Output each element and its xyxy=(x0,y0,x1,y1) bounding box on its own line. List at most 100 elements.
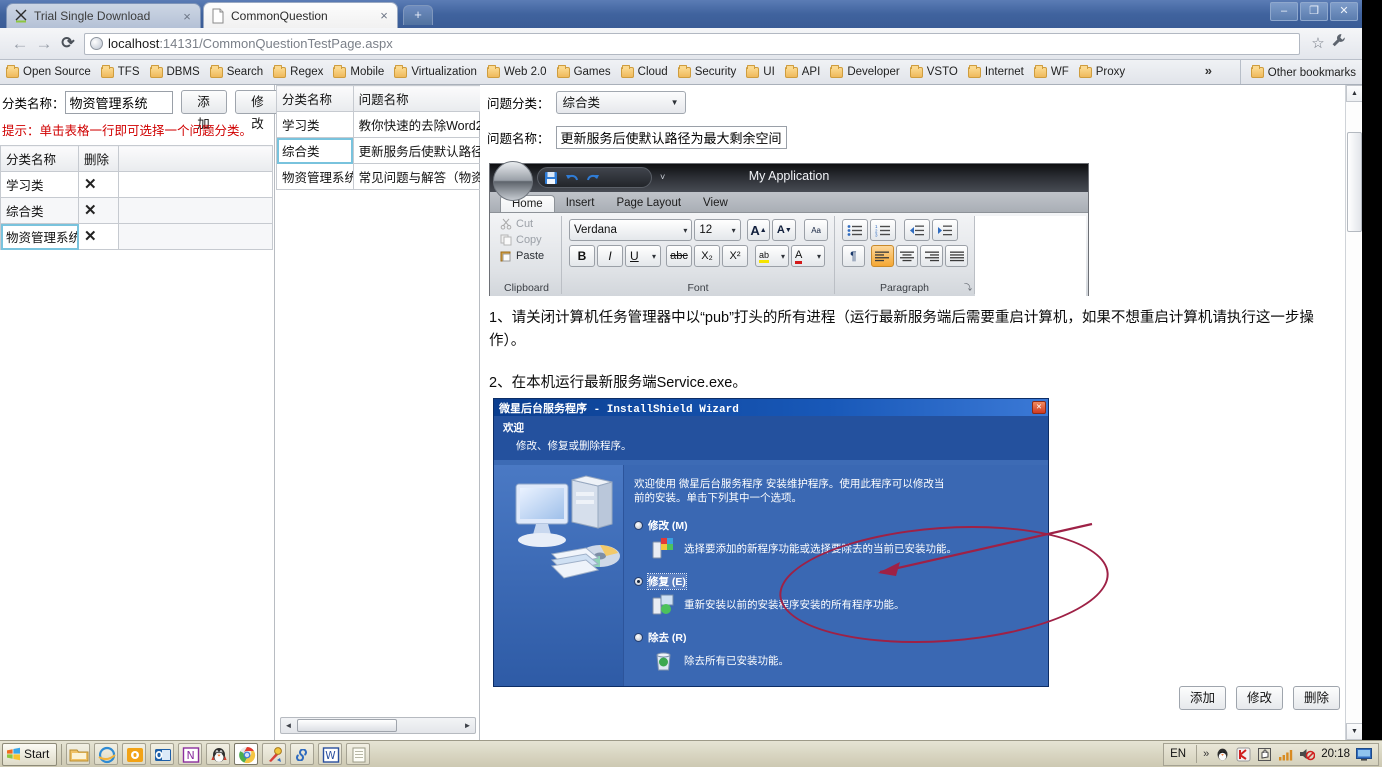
tray-expand-chevron-icon[interactable]: » xyxy=(1203,748,1209,760)
table-row-selected[interactable]: 综合类 更新服务后使默认路径为… xyxy=(276,137,480,164)
bookmark-tfs[interactable]: TFS xyxy=(100,64,140,78)
radio-icon[interactable] xyxy=(634,521,643,531)
start-button[interactable]: Start xyxy=(2,742,58,766)
font-size-select[interactable]: 12 ▾ xyxy=(694,219,741,241)
hand-icon[interactable] xyxy=(1257,747,1272,762)
internet-explorer-icon[interactable] xyxy=(94,743,119,765)
underline-button[interactable]: U ▾ xyxy=(625,245,661,267)
align-right-button[interactable] xyxy=(920,245,944,267)
wrench-menu-icon[interactable] xyxy=(1330,32,1354,56)
question-list-horizontal-scrollbar[interactable]: ◄ ► xyxy=(280,717,476,734)
editor-content[interactable]: 1、请关闭计算机任务管理器中以“pub”打头的所有进程（运行最新服务端后需要重启… xyxy=(489,307,1341,403)
table-row-selected[interactable]: 物资管理系统 ✕ xyxy=(0,223,273,250)
cell-category[interactable]: 学习类 xyxy=(276,111,354,138)
tab-close-icon[interactable]: × xyxy=(180,10,194,23)
bold-button[interactable]: B xyxy=(569,245,595,267)
table-row[interactable]: 综合类 ✕ xyxy=(0,197,273,224)
explorer-icon[interactable] xyxy=(66,743,91,765)
back-icon[interactable]: ← xyxy=(8,32,32,56)
detail-edit-button[interactable]: 修改 xyxy=(1235,686,1283,710)
bookmark-developer[interactable]: Developer xyxy=(830,64,900,78)
scrollbar-thumb[interactable] xyxy=(1347,132,1362,232)
bookmark-ui[interactable]: UI xyxy=(746,64,775,78)
paste-button[interactable]: Paste xyxy=(496,248,557,264)
tool-icon[interactable] xyxy=(262,743,287,765)
signal-icon[interactable] xyxy=(1278,748,1293,761)
bookmark-regex[interactable]: Regex xyxy=(273,64,323,78)
font-family-select[interactable]: Verdana ▾ xyxy=(569,219,693,241)
delete-row-button[interactable]: ✕ xyxy=(78,171,119,198)
bookmark-cloud[interactable]: Cloud xyxy=(620,64,668,78)
bookmark-proxy[interactable]: Proxy xyxy=(1078,64,1125,78)
cell-category-name[interactable]: 综合类 xyxy=(0,197,79,224)
scrollbar-track[interactable] xyxy=(397,718,460,733)
shrink-font-button[interactable]: A ▼ xyxy=(772,219,797,241)
bullet-list-button[interactable] xyxy=(842,219,868,241)
office-icon[interactable] xyxy=(122,743,147,765)
minimize-button[interactable]: – xyxy=(1270,2,1298,21)
browser-tab-trial-single-download[interactable]: Trial Single Download × xyxy=(6,3,201,28)
show-desktop-icon[interactable] xyxy=(1356,747,1372,761)
clock[interactable]: 20:18 xyxy=(1321,748,1350,760)
cell-question[interactable]: 更新服务后使默认路径为… xyxy=(352,137,480,164)
font-color-button[interactable]: A ▾ xyxy=(791,245,825,267)
category-edit-button[interactable]: 修改 xyxy=(234,90,281,131)
table-row[interactable]: 物资管理系统 常见问题与解答（物资管… xyxy=(276,163,480,190)
onenote-icon[interactable]: N xyxy=(178,743,203,765)
maximize-button[interactable]: ❐ xyxy=(1300,2,1328,21)
category-name-input[interactable] xyxy=(64,90,173,114)
bookmarks-overflow-icon[interactable]: » xyxy=(1205,63,1212,78)
scroll-left-icon[interactable]: ◄ xyxy=(281,721,296,730)
align-justify-button[interactable] xyxy=(945,245,968,267)
cell-category[interactable]: 物资管理系统 xyxy=(276,163,354,190)
detail-delete-button[interactable]: 删除 xyxy=(1292,686,1340,710)
qq-icon[interactable] xyxy=(206,743,231,765)
tab-close-icon[interactable]: × xyxy=(377,9,391,22)
detail-add-button[interactable]: 添加 xyxy=(1178,686,1226,710)
clear-formatting-button[interactable]: Aa xyxy=(804,219,828,241)
cell-question[interactable]: 教你快速的去除Word20… xyxy=(352,111,480,138)
tab-view[interactable]: View xyxy=(692,195,739,212)
close-icon[interactable]: ✕ xyxy=(84,202,97,219)
close-button[interactable]: ✕ xyxy=(1330,2,1358,21)
outlook-icon[interactable] xyxy=(150,743,175,765)
bookmark-vsto[interactable]: VSTO xyxy=(909,64,958,78)
volume-muted-icon[interactable] xyxy=(1299,747,1316,761)
address-bar[interactable]: localhost :14131/CommonQuestionTestPage.… xyxy=(84,32,1300,55)
scroll-right-icon[interactable]: ► xyxy=(460,721,475,730)
decrease-indent-button[interactable] xyxy=(904,219,930,241)
bookmark-dbms[interactable]: DBMS xyxy=(149,64,200,78)
tab-insert[interactable]: Insert xyxy=(555,195,606,212)
close-icon[interactable]: ✕ xyxy=(84,228,97,245)
scrollbar-thumb[interactable] xyxy=(297,719,397,732)
close-icon[interactable]: ✕ xyxy=(84,176,97,193)
radio-icon[interactable] xyxy=(634,577,643,587)
cut-button[interactable]: Cut xyxy=(496,216,557,232)
question-name-input[interactable] xyxy=(555,126,787,149)
scroll-up-icon[interactable]: ▲ xyxy=(1346,85,1362,102)
chrome-icon[interactable] xyxy=(234,743,259,765)
superscript-button[interactable]: X² xyxy=(722,245,748,267)
show-formatting-marks-button[interactable]: ¶ xyxy=(842,245,865,267)
bookmark-virtualization[interactable]: Virtualization xyxy=(394,64,477,78)
italic-button[interactable]: I xyxy=(597,245,623,267)
tab-page-layout[interactable]: Page Layout xyxy=(605,195,692,212)
kaspersky-icon[interactable] xyxy=(1236,747,1251,762)
infinity-icon[interactable] xyxy=(290,743,315,765)
text-highlight-button[interactable]: ab ▾ xyxy=(755,245,789,267)
notepad-icon[interactable] xyxy=(346,743,371,765)
cell-question[interactable]: 常见问题与解答（物资管… xyxy=(352,163,480,190)
bookmark-open-source[interactable]: Open Source xyxy=(6,64,91,78)
question-category-select[interactable]: 综合类 ▼ xyxy=(555,91,686,114)
grow-font-button[interactable]: A ▲ xyxy=(746,219,771,241)
bookmark-search[interactable]: Search xyxy=(209,64,263,78)
language-indicator[interactable]: EN xyxy=(1170,748,1186,760)
other-bookmarks-folder[interactable]: Other bookmarks xyxy=(1239,60,1356,84)
close-icon[interactable]: ✕ xyxy=(1032,401,1046,414)
radio-icon[interactable] xyxy=(634,633,643,643)
browser-tab-commonquestion[interactable]: CommonQuestion × xyxy=(203,2,398,28)
delete-row-button[interactable]: ✕ xyxy=(78,197,119,224)
cell-category-name[interactable]: 学习类 xyxy=(0,171,79,198)
word-icon[interactable]: W xyxy=(318,743,343,765)
delete-row-button[interactable]: ✕ xyxy=(78,223,119,250)
